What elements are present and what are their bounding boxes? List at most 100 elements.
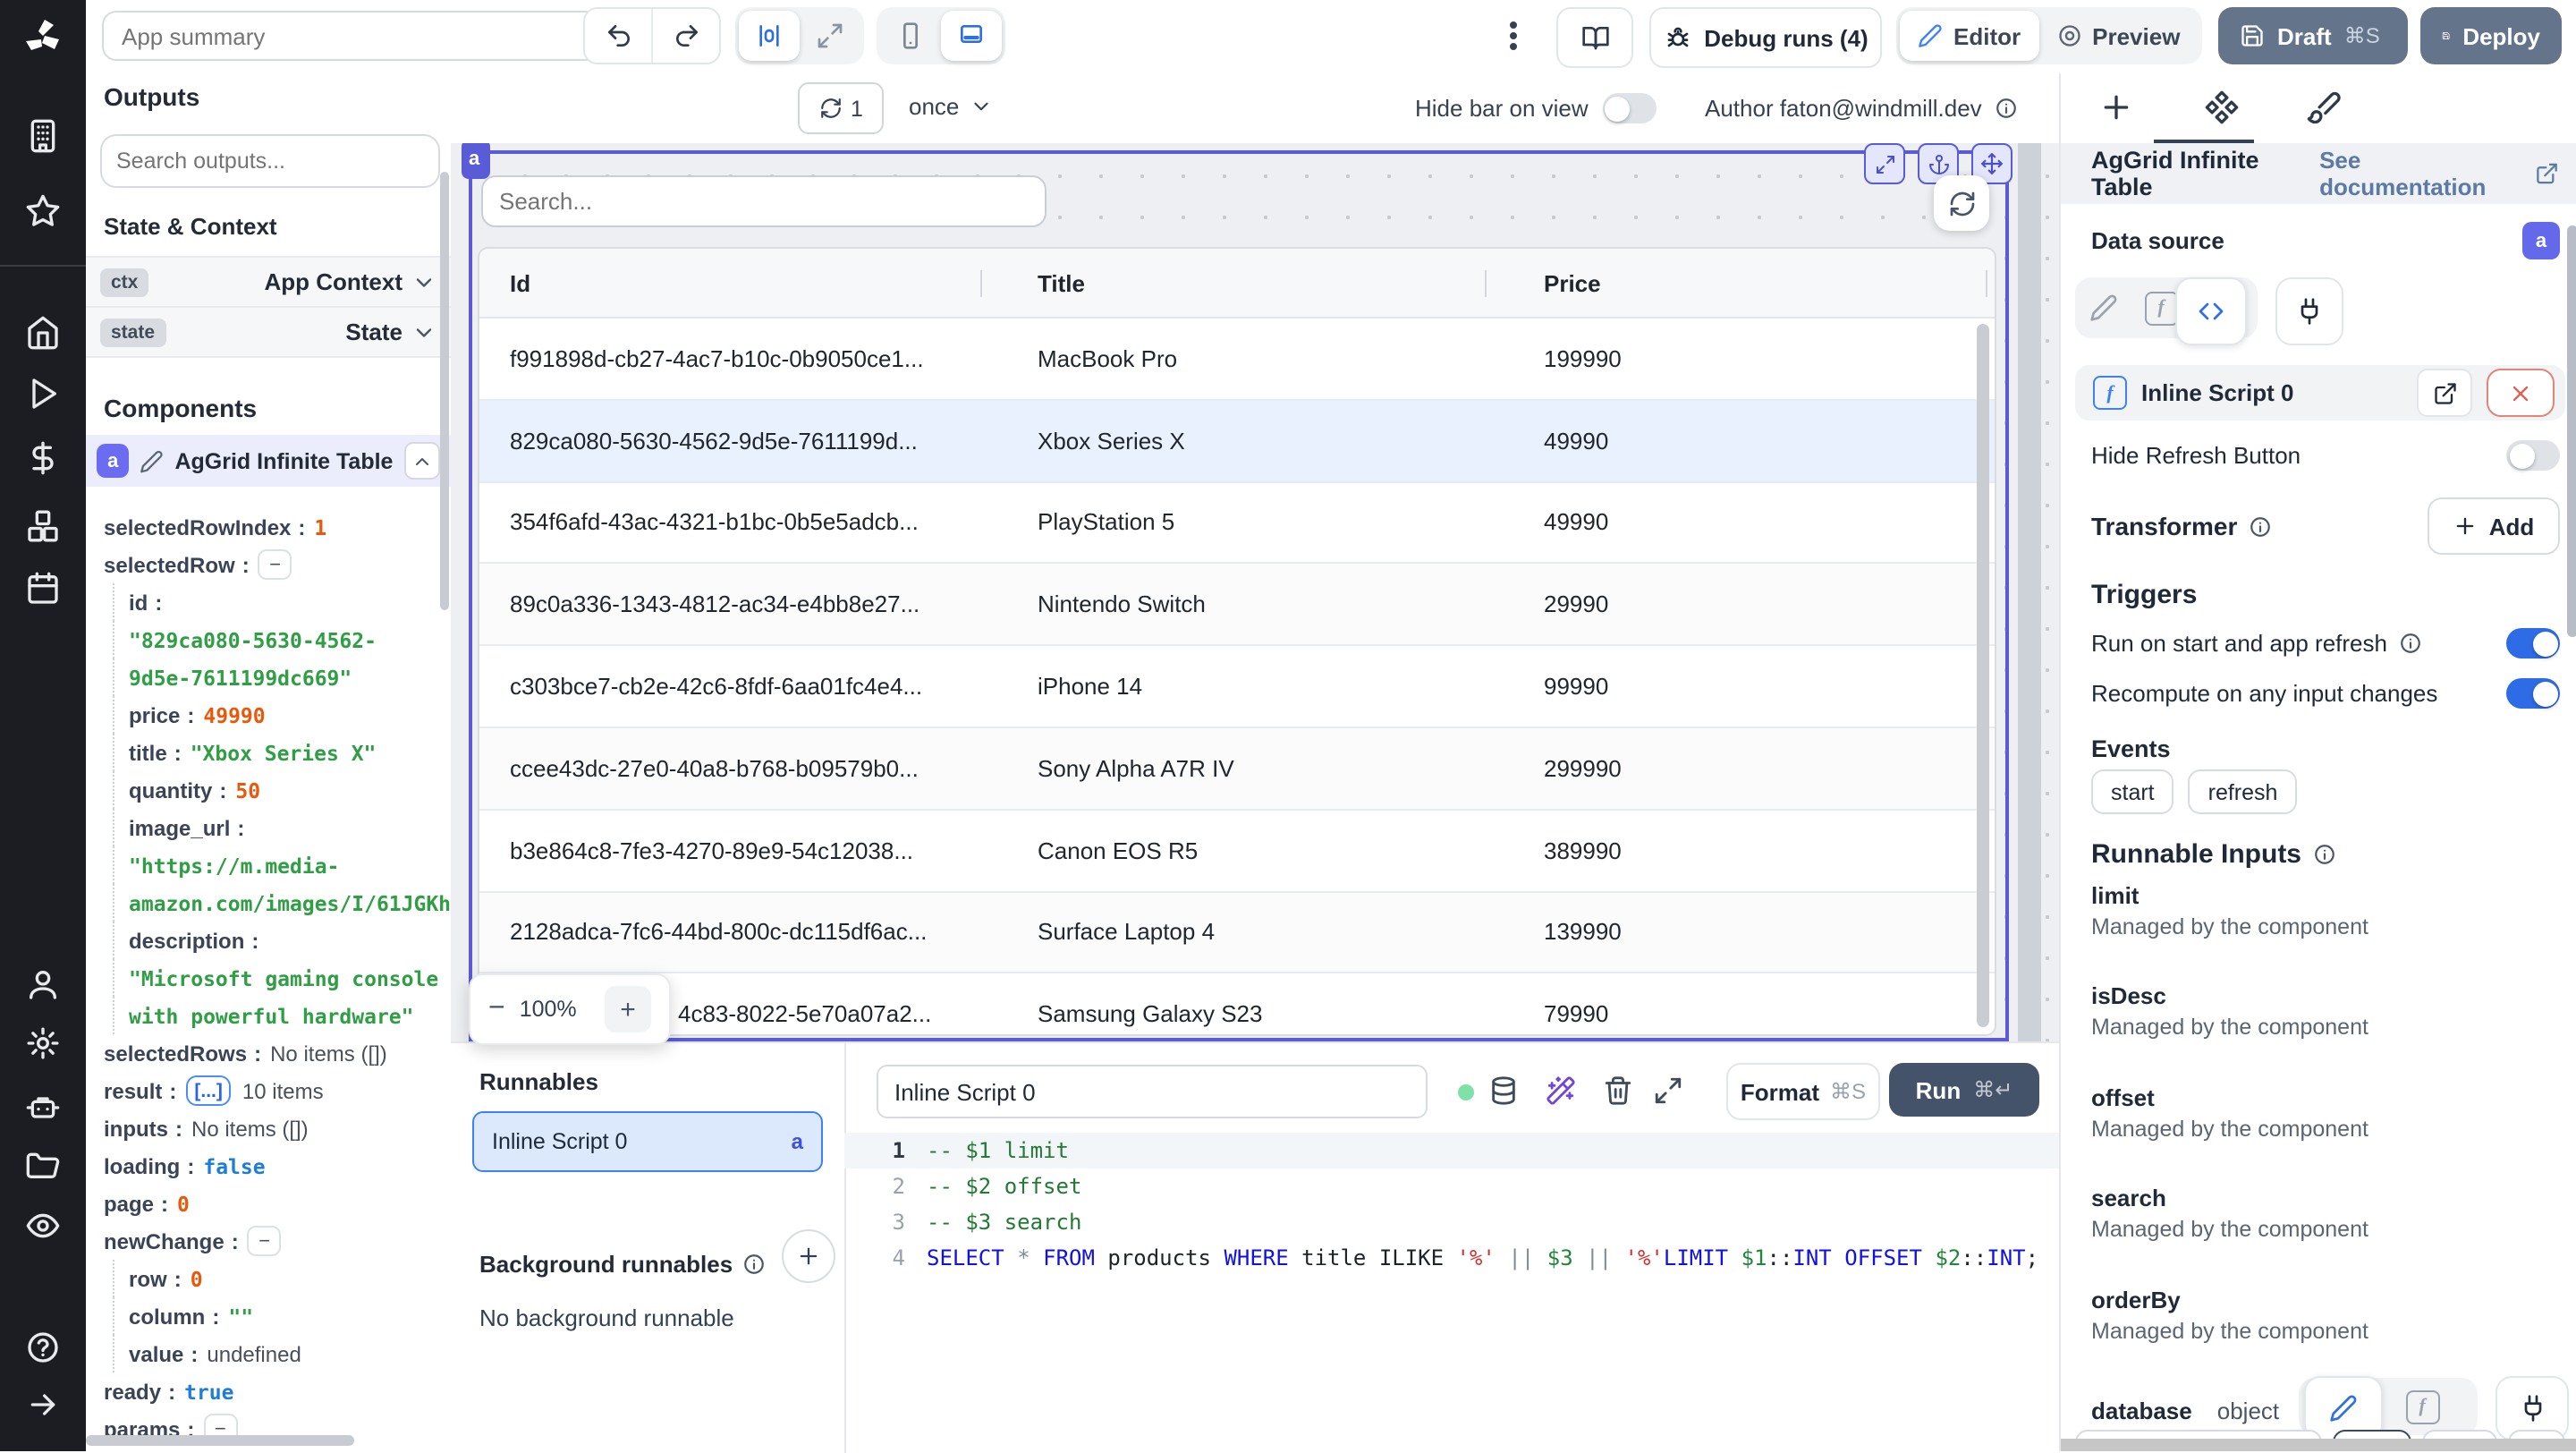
output-tree-node[interactable]: 9d5e-7611199dc669" [86, 659, 451, 696]
table-row[interactable]: 829ca080-5630-4562-9d5e-7611199d... Xbox … [479, 400, 1995, 483]
output-tree-node[interactable]: with powerful hardware" [86, 997, 451, 1034]
refresh-mode-select[interactable]: once [909, 82, 993, 131]
app-canvas[interactable]: a Id Title Price f991898d-cb27-4a [451, 143, 2059, 1041]
styling-brush-icon[interactable] [2306, 89, 2342, 125]
table-row[interactable]: c303bce7-cb2e-42c6-8fdf-6aa01fc4e4... iPh… [479, 646, 1995, 728]
inline-script-mode-button[interactable] [2175, 277, 2247, 345]
right-panel-hscrollbar[interactable] [2061, 1439, 2576, 1451]
add-transformer-button[interactable]: Add [2428, 497, 2560, 555]
hide-refresh-toggle[interactable] [2506, 440, 2560, 471]
resources-cubes-icon[interactable] [25, 508, 61, 544]
component-settings-icon[interactable] [2204, 89, 2240, 125]
output-tree-node[interactable]: "Microsoft gaming console [86, 959, 451, 997]
inline-script-row[interactable]: f Inline Script 0 [2075, 365, 2565, 421]
output-tree-node[interactable]: column: "" [86, 1297, 451, 1335]
refresh-count-button[interactable]: 1 [798, 82, 884, 134]
output-tree-node[interactable]: selectedRowIndex:1 [86, 508, 451, 546]
output-tree-node[interactable]: newChange: − [86, 1222, 451, 1260]
workers-robot-icon[interactable] [25, 1090, 61, 1126]
zoom-in-button[interactable]: + [605, 986, 651, 1032]
tab-editor[interactable]: Editor [1900, 11, 2039, 61]
state-row[interactable]: state State [86, 306, 451, 358]
column-divider[interactable] [1986, 270, 1987, 297]
run-on-start-toggle[interactable] [2506, 628, 2560, 659]
output-tree-node[interactable]: description: [86, 922, 451, 959]
search-outputs-input[interactable] [100, 134, 440, 188]
database-icon[interactable] [1488, 1075, 1519, 1106]
outputs-scrollbar[interactable] [440, 172, 449, 610]
add-background-runnable-button[interactable] [782, 1229, 835, 1283]
column-divider[interactable] [980, 270, 982, 297]
output-tree-node[interactable]: "https://m.media- [86, 846, 451, 884]
table-scrollbar[interactable] [1977, 324, 1989, 1027]
table-row[interactable]: b3e864c8-7fe3-4270-89e9-54c12038... Canon… [479, 810, 1995, 893]
zoom-out-button[interactable]: − [488, 993, 505, 1025]
output-tree-node[interactable]: ready: true [86, 1372, 451, 1410]
runnable-item[interactable]: Inline Script 0 a [472, 1111, 823, 1172]
table-row[interactable]: ccee43dc-27e0-40a8-b768-b09579b0... Sony … [479, 727, 1995, 811]
undo-button[interactable] [585, 9, 651, 63]
info-icon[interactable] [2398, 632, 2421, 655]
more-menu-kebab-icon[interactable] [1499, 14, 1528, 57]
users-person-icon[interactable] [25, 966, 61, 1002]
info-icon[interactable] [2248, 514, 2271, 538]
output-tree-node[interactable]: selectedRows: No items ([]) [86, 1034, 451, 1072]
table-row[interactable]: f991898d-cb27-4ac7-b10c-0b9050ce1... MacB… [479, 319, 1995, 401]
fullwidth-button[interactable] [800, 11, 860, 61]
table-row[interactable]: 89c0a336-1343-4812-ac34-e4bb8e27... Ninte… [479, 564, 1995, 647]
collapse-component-button[interactable] [403, 442, 440, 480]
format-button[interactable]: Format ⌘S [1726, 1063, 1880, 1120]
right-panel-scrollbar[interactable] [2567, 225, 2576, 637]
table-search-input[interactable] [481, 175, 1046, 227]
variables-dollar-icon[interactable] [25, 440, 61, 476]
draft-button[interactable]: Draft ⌘S [2218, 7, 2408, 64]
output-tree-node[interactable]: quantity:50 [86, 771, 451, 809]
event-chip-refresh[interactable]: refresh [2188, 769, 2298, 814]
expand-editor-icon[interactable] [1653, 1075, 1683, 1106]
output-tree-node[interactable]: image_url: [86, 809, 451, 846]
mobile-view-button[interactable] [880, 11, 941, 61]
column-header-title[interactable]: Title [1038, 249, 1521, 317]
settings-gear-icon[interactable] [25, 1025, 61, 1061]
redo-button[interactable] [651, 9, 719, 63]
column-divider[interactable] [1485, 270, 1487, 297]
workspace-building-icon[interactable] [25, 118, 61, 154]
info-icon[interactable] [741, 1253, 765, 1276]
run-button[interactable]: Run ⌘↵ [1889, 1063, 2039, 1117]
windmill-logo-icon[interactable] [21, 16, 64, 59]
output-tree-node[interactable]: inputs: No items ([]) [86, 1109, 451, 1147]
output-tree-node[interactable]: price:49990 [86, 696, 451, 734]
code-line[interactable]: 3 -- $3 search [844, 1204, 2059, 1240]
docs-book-button[interactable] [1556, 7, 1633, 68]
output-tree-node[interactable]: row:0 [86, 1260, 451, 1297]
ai-wand-icon[interactable] [1546, 1075, 1576, 1106]
outputs-hscrollbar[interactable] [86, 1435, 354, 1446]
output-tree-node[interactable]: page:0 [86, 1185, 451, 1222]
database-fx-button[interactable]: f [2404, 1389, 2440, 1424]
code-editor[interactable]: 1 -- $1 limit 2 -- $2 offset 3 -- $3 search 4 S… [844, 1133, 2059, 1453]
canvas-scrollbar[interactable] [2018, 143, 2041, 1041]
script-name-input[interactable] [877, 1065, 1428, 1118]
output-tree-node[interactable]: result: [...] 10 items [86, 1072, 451, 1109]
tab-preview[interactable]: Preview [2038, 11, 2198, 61]
column-header-price[interactable]: Price [1544, 249, 1866, 317]
output-tree-node[interactable]: value: undefined [86, 1335, 451, 1372]
table-row[interactable]: 354f6afd-43ac-4321-b1bc-0b5e5adcb... Play… [479, 482, 1995, 565]
deploy-button[interactable]: Deploy [2420, 7, 2562, 64]
favorites-star-icon[interactable] [25, 193, 61, 229]
connect-plug-button[interactable] [2275, 277, 2343, 345]
home-icon[interactable] [25, 315, 61, 351]
schedules-calendar-icon[interactable] [25, 571, 61, 607]
hide-bar-toggle[interactable] [1602, 93, 1657, 123]
help-icon[interactable] [25, 1330, 61, 1365]
collapse-node-button[interactable]: − [247, 1226, 282, 1256]
remove-script-button[interactable] [2487, 369, 2555, 417]
center-align-button[interactable] [739, 11, 800, 61]
column-header-id[interactable]: Id [510, 249, 1011, 317]
output-tree-node[interactable]: "829ca080-5630-4562- [86, 621, 451, 659]
expand-array-button[interactable]: [...] [185, 1075, 232, 1106]
output-tree-node[interactable]: id: [86, 583, 451, 621]
recompute-toggle[interactable] [2506, 678, 2560, 709]
info-icon[interactable] [1995, 97, 2018, 120]
add-component-plus-icon[interactable] [2098, 89, 2134, 125]
